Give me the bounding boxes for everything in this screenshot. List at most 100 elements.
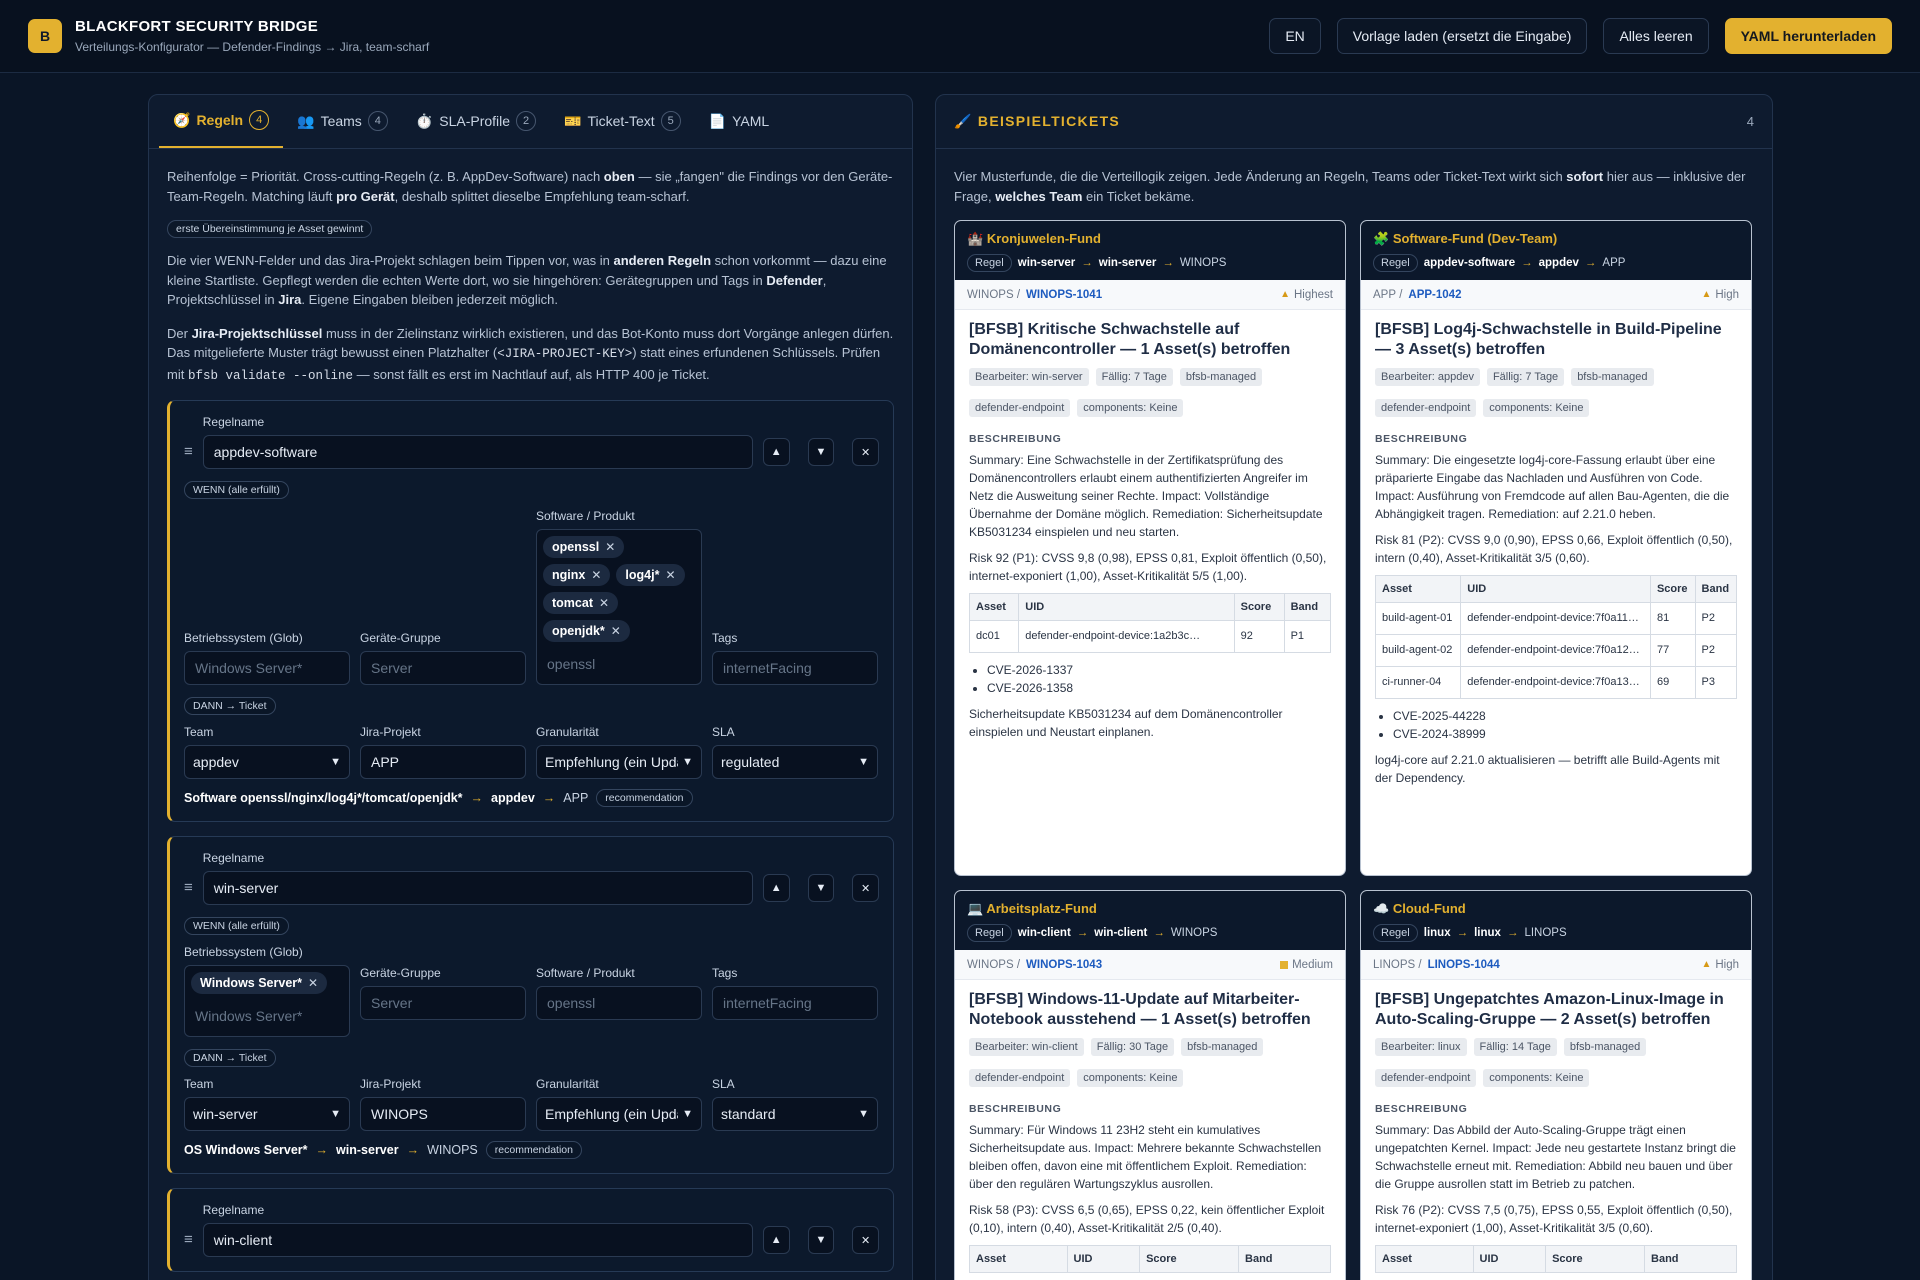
- remove-chip-icon[interactable]: ✕: [605, 540, 615, 554]
- tags-input[interactable]: internetFacing: [712, 651, 878, 685]
- castle-icon: 🏰: [967, 231, 984, 246]
- ticket-tags: Bearbeiter: linux Fällig: 14 Tage bfsb-man…: [1375, 1038, 1737, 1093]
- team-select[interactable]: win-server ▼: [184, 1097, 350, 1131]
- rule-name-label: Regelname: [202, 851, 265, 865]
- drag-handle-icon[interactable]: ≡: [184, 879, 193, 896]
- move-up-button[interactable]: ▲: [762, 438, 790, 466]
- software-label: Software / Produkt: [536, 509, 635, 523]
- os-chip: Windows Server* ✕: [191, 972, 328, 994]
- rule-name-input[interactable]: appdev-software: [202, 435, 753, 469]
- rule-card: ≡ Regelname win-client ▲ ▼ ✕: [167, 1188, 894, 1272]
- granularity-badge: recommendation: [596, 789, 693, 807]
- clear-all-button[interactable]: Alles leeren: [1603, 18, 1709, 54]
- ticket-risk: Risk 81 (P2): CVSS 9,0 (0,90), EPSS 0,66…: [1375, 533, 1733, 565]
- tab-yaml[interactable]: 📄 YAML: [695, 95, 784, 148]
- software-chip-input[interactable]: openssl ✕ nginx ✕ log4j* ✕ tomcat ✕ openjdk*…: [536, 529, 702, 685]
- sla-select[interactable]: standard ▼: [712, 1097, 878, 1131]
- asset-table: Asset UID Score Band: [969, 1245, 1331, 1273]
- ticket-icon: 🎫: [564, 112, 582, 129]
- delete-rule-button[interactable]: ✕: [852, 438, 880, 466]
- ticket-title: 🧩 Software-Fund (Dev-Team): [1373, 231, 1558, 246]
- delete-rule-button[interactable]: ✕: [852, 874, 880, 902]
- rule-name-input[interactable]: win-server: [202, 871, 753, 905]
- delete-rule-button[interactable]: ✕: [852, 1226, 880, 1254]
- ticket-risk: Risk 76 (P2): CVSS 7,5 (0,75), EPSS 0,55…: [1375, 1203, 1733, 1235]
- people-icon: 👥: [297, 112, 315, 129]
- software-placeholder[interactable]: openssl: [543, 648, 695, 680]
- rule-name-input[interactable]: win-client: [202, 1223, 753, 1257]
- remove-chip-icon[interactable]: ✕: [665, 568, 675, 582]
- move-up-button[interactable]: ▲: [762, 874, 790, 902]
- move-down-button[interactable]: ▼: [807, 874, 835, 902]
- then-section-label: DANN → Ticket: [184, 1049, 276, 1067]
- priority-medium-icon: [1280, 960, 1289, 969]
- os-placeholder[interactable]: Windows Server*: [191, 1000, 343, 1032]
- drag-handle-icon[interactable]: ≡: [184, 1231, 193, 1248]
- granularity-label: Granularität: [536, 725, 599, 739]
- language-button[interactable]: EN: [1269, 18, 1321, 54]
- jira-project-input[interactable]: WINOPS: [360, 1097, 526, 1131]
- cloud-icon: ☁️: [1373, 901, 1390, 916]
- ticket-key-link[interactable]: LINOPS-1044: [1428, 959, 1500, 971]
- tab-count: 4: [367, 111, 388, 131]
- download-yaml-button[interactable]: YAML herunterladen: [1724, 18, 1892, 54]
- tab-bar: 🧭 Regeln 4 👥 Teams 4 ⏱️ SLA-Profile 2 🎫 Ticket-…: [149, 95, 912, 149]
- group-input[interactable]: Server: [360, 986, 526, 1020]
- granularity-select[interactable]: Empfehlung (ein Update)▼: [536, 1097, 702, 1131]
- config-panel: 🧭 Regeln 4 👥 Teams 4 ⏱️ SLA-Profile 2 🎫 Ticket-…: [148, 94, 913, 1280]
- tickets-intro: Vier Musterfunde, die die Verteillogik z…: [954, 169, 1746, 204]
- table-row: dc01 defender-endpoint-device:1a2b3c… 92 P1: [968, 620, 1332, 653]
- app-title: BLACKFORT SECURITY BRIDGE: [75, 18, 319, 35]
- tab-rules[interactable]: 🧭 Regeln 4: [159, 95, 284, 148]
- table-row: build-agent-02 defender-endpoint-device:7…: [1374, 634, 1738, 667]
- ticket-meta: APP / APP-1042 ▲ High: [1361, 280, 1751, 310]
- os-label: Betriebssystem (Glob): [184, 945, 303, 959]
- software-input[interactable]: openssl: [536, 986, 702, 1020]
- move-down-button[interactable]: ▼: [807, 438, 835, 466]
- tags-label: Tags: [712, 631, 738, 645]
- ticket-key-link[interactable]: WINOPS-1041: [1026, 289, 1102, 301]
- rules-intro-priority: Reihenfolge = Priorität. Cross-cutting-R…: [167, 169, 893, 204]
- table-row: build-agent-01 defender-endpoint-device:7…: [1374, 602, 1738, 635]
- ticket-card[interactable]: 💻 Arbeitsplatz-Fund Regel win-client → win-…: [954, 890, 1346, 1280]
- remove-chip-icon[interactable]: ✕: [611, 624, 621, 638]
- cve-list: CVE-2026-1337CVE-2026-1358: [987, 661, 1331, 697]
- remove-chip-icon[interactable]: ✕: [591, 568, 601, 582]
- remove-chip-icon[interactable]: ✕: [308, 976, 318, 990]
- os-chip-input[interactable]: Windows Server* ✕ Windows Server*: [184, 965, 350, 1037]
- ticket-card[interactable]: ☁️ Cloud-Fund Regel linux → linux → LINOPS LI…: [1360, 890, 1752, 1280]
- ticket-key-link[interactable]: WINOPS-1043: [1026, 959, 1102, 971]
- description-label: BESCHREIBUNG: [1375, 1103, 1468, 1115]
- move-up-button[interactable]: ▲: [762, 1226, 790, 1254]
- tab-sla-profiles[interactable]: ⏱️ SLA-Profile 2: [402, 95, 550, 148]
- ticket-risk: Risk 92 (P1): CVSS 9,8 (0,98), EPSS 0,81…: [969, 551, 1327, 583]
- ticket-heading: [BFSB] Log4j-Schwachstelle in Build-Pipe…: [1375, 321, 1722, 358]
- sla-select[interactable]: regulated ▼: [712, 745, 878, 779]
- ticket-title: ☁️ Cloud-Fund: [1373, 901, 1466, 916]
- ticket-title: 💻 Arbeitsplatz-Fund: [967, 901, 1097, 916]
- app-subtitle: Verteilungs-Konfigurator — Defender-Find…: [75, 40, 430, 54]
- ticket-key-link[interactable]: APP-1042: [1408, 289, 1461, 301]
- ticket-card[interactable]: 🧩 Software-Fund (Dev-Team) Regel appdev-s…: [1360, 220, 1752, 876]
- example-tickets-panel: 🖌️ BEISPIELTICKETS 4 Vier Musterfunde, d…: [935, 94, 1773, 1280]
- load-template-button[interactable]: Vorlage laden (ersetzt die Eingabe): [1336, 18, 1588, 54]
- remove-chip-icon[interactable]: ✕: [599, 596, 609, 610]
- tab-ticket-text[interactable]: 🎫 Ticket-Text 5: [550, 95, 695, 148]
- puzzle-icon: 🧩: [1373, 231, 1390, 246]
- document-icon: 📄: [708, 112, 727, 129]
- granularity-select[interactable]: Empfehlung (ein Update)▼: [536, 745, 702, 779]
- jira-project-input[interactable]: APP: [360, 745, 526, 779]
- rules-intro-jira-key: Der Jira-Projektschlüssel muss in der Zi…: [167, 325, 894, 383]
- ticket-card[interactable]: 🏰 Kronjuwelen-Fund Regel win-server → win-s…: [954, 220, 1346, 876]
- ticket-rule-path: Regel win-client → win-client → WINOPS: [967, 924, 1333, 942]
- os-input[interactable]: Windows Server*: [184, 651, 350, 685]
- tags-input[interactable]: internetFacing: [712, 986, 878, 1020]
- ticket-remediation: Sicherheitsupdate KB5031234 auf dem Domä…: [969, 707, 1283, 739]
- then-section-label: DANN → Ticket: [184, 697, 276, 715]
- group-input[interactable]: Server: [360, 651, 526, 685]
- move-down-button[interactable]: ▼: [807, 1226, 835, 1254]
- drag-handle-icon[interactable]: ≡: [184, 443, 193, 460]
- team-select[interactable]: appdev ▼: [184, 745, 350, 779]
- ticket-risk: Risk 58 (P3): CVSS 6,5 (0,65), EPSS 0,22…: [969, 1203, 1325, 1235]
- tab-teams[interactable]: 👥 Teams 4: [283, 95, 402, 148]
